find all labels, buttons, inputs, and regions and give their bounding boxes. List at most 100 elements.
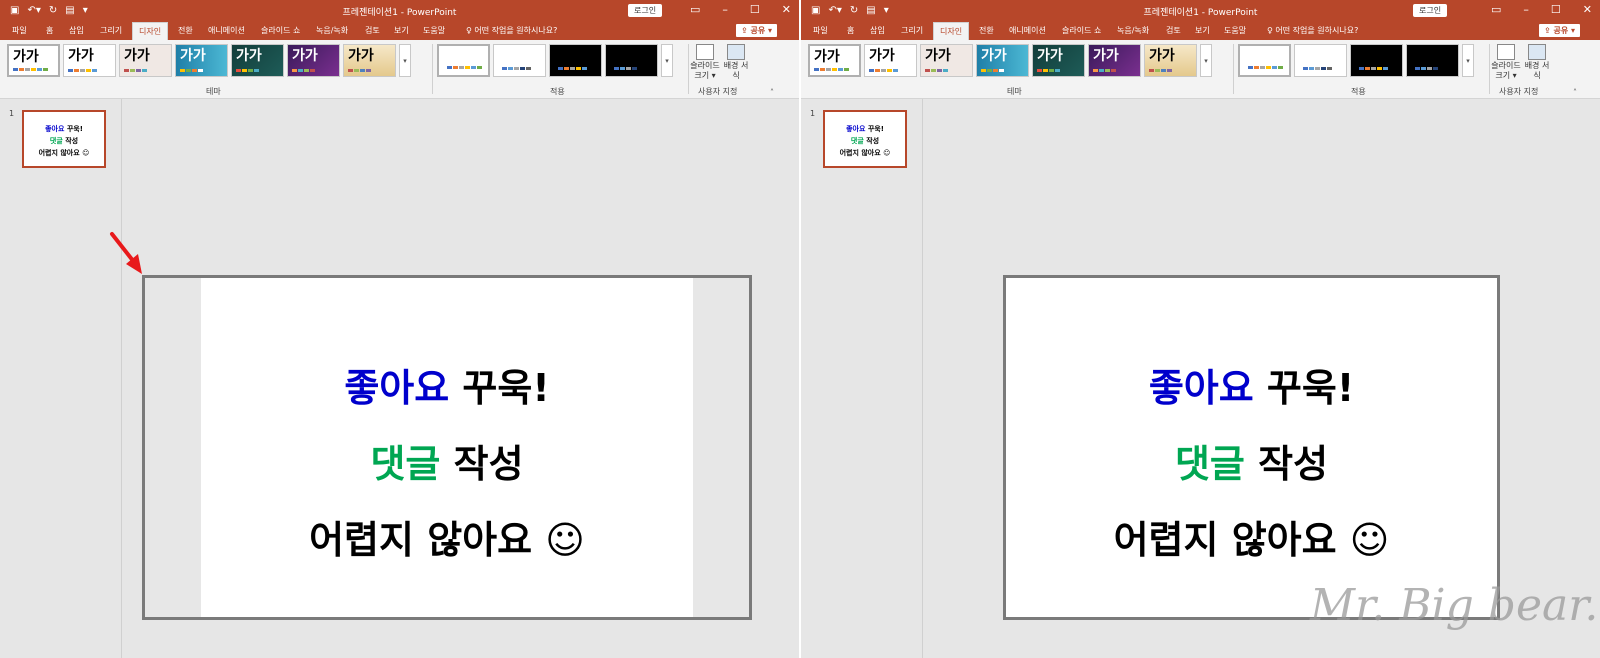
login-button[interactable]: 로그인 xyxy=(628,4,663,17)
theme-gallery-more-button[interactable]: ▾ xyxy=(399,44,411,77)
variant-4[interactable] xyxy=(605,44,658,77)
slide-size-button[interactable]: 슬라이드 크기 ▾ xyxy=(690,44,720,81)
slide-size-icon xyxy=(696,44,714,60)
watermark: Mr. Big bear. xyxy=(1310,580,1599,631)
theme-ion[interactable]: 가가 xyxy=(175,44,228,77)
powerpoint-window-left: ▣ ↶▾ ↻ ▤ ▾ 프레젠테이션1 - PowerPoint 로그인 ▭ – … xyxy=(0,0,799,658)
theme-office[interactable]: 가가 xyxy=(7,44,60,77)
tell-me-label: 어떤 작업을 원하시나요? xyxy=(1275,26,1359,35)
minimize-icon[interactable]: – xyxy=(722,3,728,17)
window-controls: ▭ – ☐ ✕ xyxy=(690,3,791,17)
minimize-icon[interactable]: – xyxy=(1523,3,1529,17)
tab-design[interactable]: 디자인 xyxy=(933,22,970,41)
ribbon-display-icon[interactable]: ▭ xyxy=(690,3,700,17)
theme-label: 가가 xyxy=(981,48,1007,64)
thumb-line-3: 어렵지 않아요 ☺ xyxy=(38,149,90,157)
variant-3[interactable] xyxy=(1350,44,1403,77)
collapse-ribbon-icon[interactable]: ˄ xyxy=(1573,88,1577,97)
tab-help[interactable]: 도움말 xyxy=(423,25,445,36)
slide-size-button[interactable]: 슬라이드 크기 ▾ xyxy=(1491,44,1521,81)
tab-file[interactable]: 파일 xyxy=(12,25,27,36)
tab-insert[interactable]: 삽입 xyxy=(69,25,84,36)
tab-record[interactable]: 녹음/녹화 xyxy=(316,25,348,36)
format-background-button[interactable]: 배경 서식 xyxy=(1522,44,1552,81)
format-background-icon xyxy=(1528,44,1546,60)
tab-view[interactable]: 보기 xyxy=(394,25,409,36)
login-button[interactable]: 로그인 xyxy=(1413,4,1448,17)
share-label: 공유 xyxy=(1553,26,1569,35)
slide-line-2: 댓글 작성 xyxy=(1174,442,1329,486)
close-icon[interactable]: ✕ xyxy=(1583,3,1592,17)
share-button[interactable]: ⇪ 공유 ▾ xyxy=(736,24,778,37)
slide-canvas[interactable]: 좋아요 꾸욱! 댓글 작성 어렵지 않아요 ☺ xyxy=(1003,275,1500,620)
theme-organic[interactable]: 가가 xyxy=(1088,44,1141,77)
theme-retrospect[interactable]: 가가 xyxy=(1144,44,1197,77)
slide-thumbnail-panel: 1 좋아요 꾸욱! 댓글 작성 어렵지 않아요 ☺ xyxy=(801,99,923,658)
variant-2[interactable] xyxy=(493,44,546,77)
window-controls: ▭ – ☐ ✕ xyxy=(1491,3,1592,17)
tab-transitions[interactable]: 전환 xyxy=(979,25,994,36)
tab-view[interactable]: 보기 xyxy=(1195,25,1210,36)
tab-file[interactable]: 파일 xyxy=(813,25,828,36)
theme-organic[interactable]: 가가 xyxy=(287,44,340,77)
close-icon[interactable]: ✕ xyxy=(782,3,791,17)
slide-thumbnail[interactable]: 좋아요 꾸욱! 댓글 작성 어렵지 않아요 ☺ xyxy=(22,110,106,168)
theme-label: 가가 xyxy=(236,48,262,64)
tab-slideshow[interactable]: 슬라이드 쇼 xyxy=(261,25,300,36)
tab-design[interactable]: 디자인 xyxy=(132,22,169,41)
theme-ion[interactable]: 가가 xyxy=(976,44,1029,77)
title-bar: ▣ ↶▾ ↻ ▤ ▾ 프레젠테이션1 - PowerPoint 로그인 ▭ – … xyxy=(0,0,799,22)
slide-line-2: 댓글 작성 xyxy=(370,442,524,486)
theme-facet[interactable]: 가가 xyxy=(119,44,172,77)
format-background-label: 배경 서식 xyxy=(1524,61,1550,80)
theme-office-2[interactable]: 가가 xyxy=(63,44,116,77)
slide-text[interactable]: 좋아요 꾸욱! 댓글 작성 어렵지 않아요 ☺ xyxy=(145,350,749,578)
variant-3[interactable] xyxy=(549,44,602,77)
slide-thumbnail[interactable]: 좋아요 꾸욱! 댓글 작성 어렵지 않아요 ☺ xyxy=(823,110,907,168)
collapse-ribbon-icon[interactable]: ˄ xyxy=(770,88,774,97)
tab-transitions[interactable]: 전환 xyxy=(178,25,193,36)
tab-home[interactable]: 홈 xyxy=(46,25,53,36)
variant-4[interactable] xyxy=(1406,44,1459,77)
tab-record[interactable]: 녹음/녹화 xyxy=(1117,25,1149,36)
theme-gallery-more-button[interactable]: ▾ xyxy=(1200,44,1212,77)
tab-draw[interactable]: 그리기 xyxy=(100,25,122,36)
theme-ion-boardroom[interactable]: 가가 xyxy=(1032,44,1085,77)
theme-ion-boardroom[interactable]: 가가 xyxy=(231,44,284,77)
variant-2[interactable] xyxy=(1294,44,1347,77)
theme-group-label: 테마 xyxy=(1007,87,1022,96)
variants-gallery: ▾ xyxy=(1238,44,1474,77)
theme-facet[interactable]: 가가 xyxy=(920,44,973,77)
tab-slideshow[interactable]: 슬라이드 쇼 xyxy=(1062,25,1101,36)
tab-animations[interactable]: 애니메이션 xyxy=(1009,25,1046,36)
format-background-icon xyxy=(727,44,745,60)
tell-me-search[interactable]: ♀ 어떤 작업을 원하시나요? xyxy=(466,25,557,36)
maximize-icon[interactable]: ☐ xyxy=(750,3,760,17)
variants-more-button[interactable]: ▾ xyxy=(661,44,673,77)
variants-more-button[interactable]: ▾ xyxy=(1462,44,1474,77)
tab-review[interactable]: 검토 xyxy=(1166,25,1181,36)
maximize-icon[interactable]: ☐ xyxy=(1551,3,1561,17)
ribbon-display-icon[interactable]: ▭ xyxy=(1491,3,1501,17)
slide-size-label: 슬라이드 크기 xyxy=(1491,61,1521,80)
tab-home[interactable]: 홈 xyxy=(847,25,854,36)
ribbon-tabs: 파일 홈 삽입 그리기 디자인 전환 애니메이션 슬라이드 쇼 녹음/녹화 검토… xyxy=(0,22,799,41)
theme-office-2[interactable]: 가가 xyxy=(864,44,917,77)
slide-size-label: 슬라이드 크기 xyxy=(690,61,720,80)
tab-insert[interactable]: 삽입 xyxy=(870,25,885,36)
tab-animations[interactable]: 애니메이션 xyxy=(208,25,245,36)
theme-office[interactable]: 가가 xyxy=(808,44,861,77)
tell-me-search[interactable]: ♀ 어떤 작업을 원하시나요? xyxy=(1267,25,1358,36)
slide-canvas[interactable]: 좋아요 꾸욱! 댓글 작성 어렵지 않아요 ☺ xyxy=(142,275,752,620)
tab-help[interactable]: 도움말 xyxy=(1224,25,1246,36)
variant-1[interactable] xyxy=(1238,44,1291,77)
red-arrow-icon xyxy=(110,232,142,274)
tab-review[interactable]: 검토 xyxy=(365,25,380,36)
format-background-button[interactable]: 배경 서식 xyxy=(721,44,751,81)
variant-1[interactable] xyxy=(437,44,490,77)
slide-text[interactable]: 좋아요 꾸욱! 댓글 작성 어렵지 않아요 ☺ xyxy=(1006,350,1497,578)
share-button[interactable]: ⇪ 공유 ▾ xyxy=(1539,24,1581,37)
tab-draw[interactable]: 그리기 xyxy=(901,25,923,36)
theme-retrospect[interactable]: 가가 xyxy=(343,44,396,77)
slide-thumbnail-panel: 1 좋아요 꾸욱! 댓글 작성 어렵지 않아요 ☺ xyxy=(0,99,122,658)
